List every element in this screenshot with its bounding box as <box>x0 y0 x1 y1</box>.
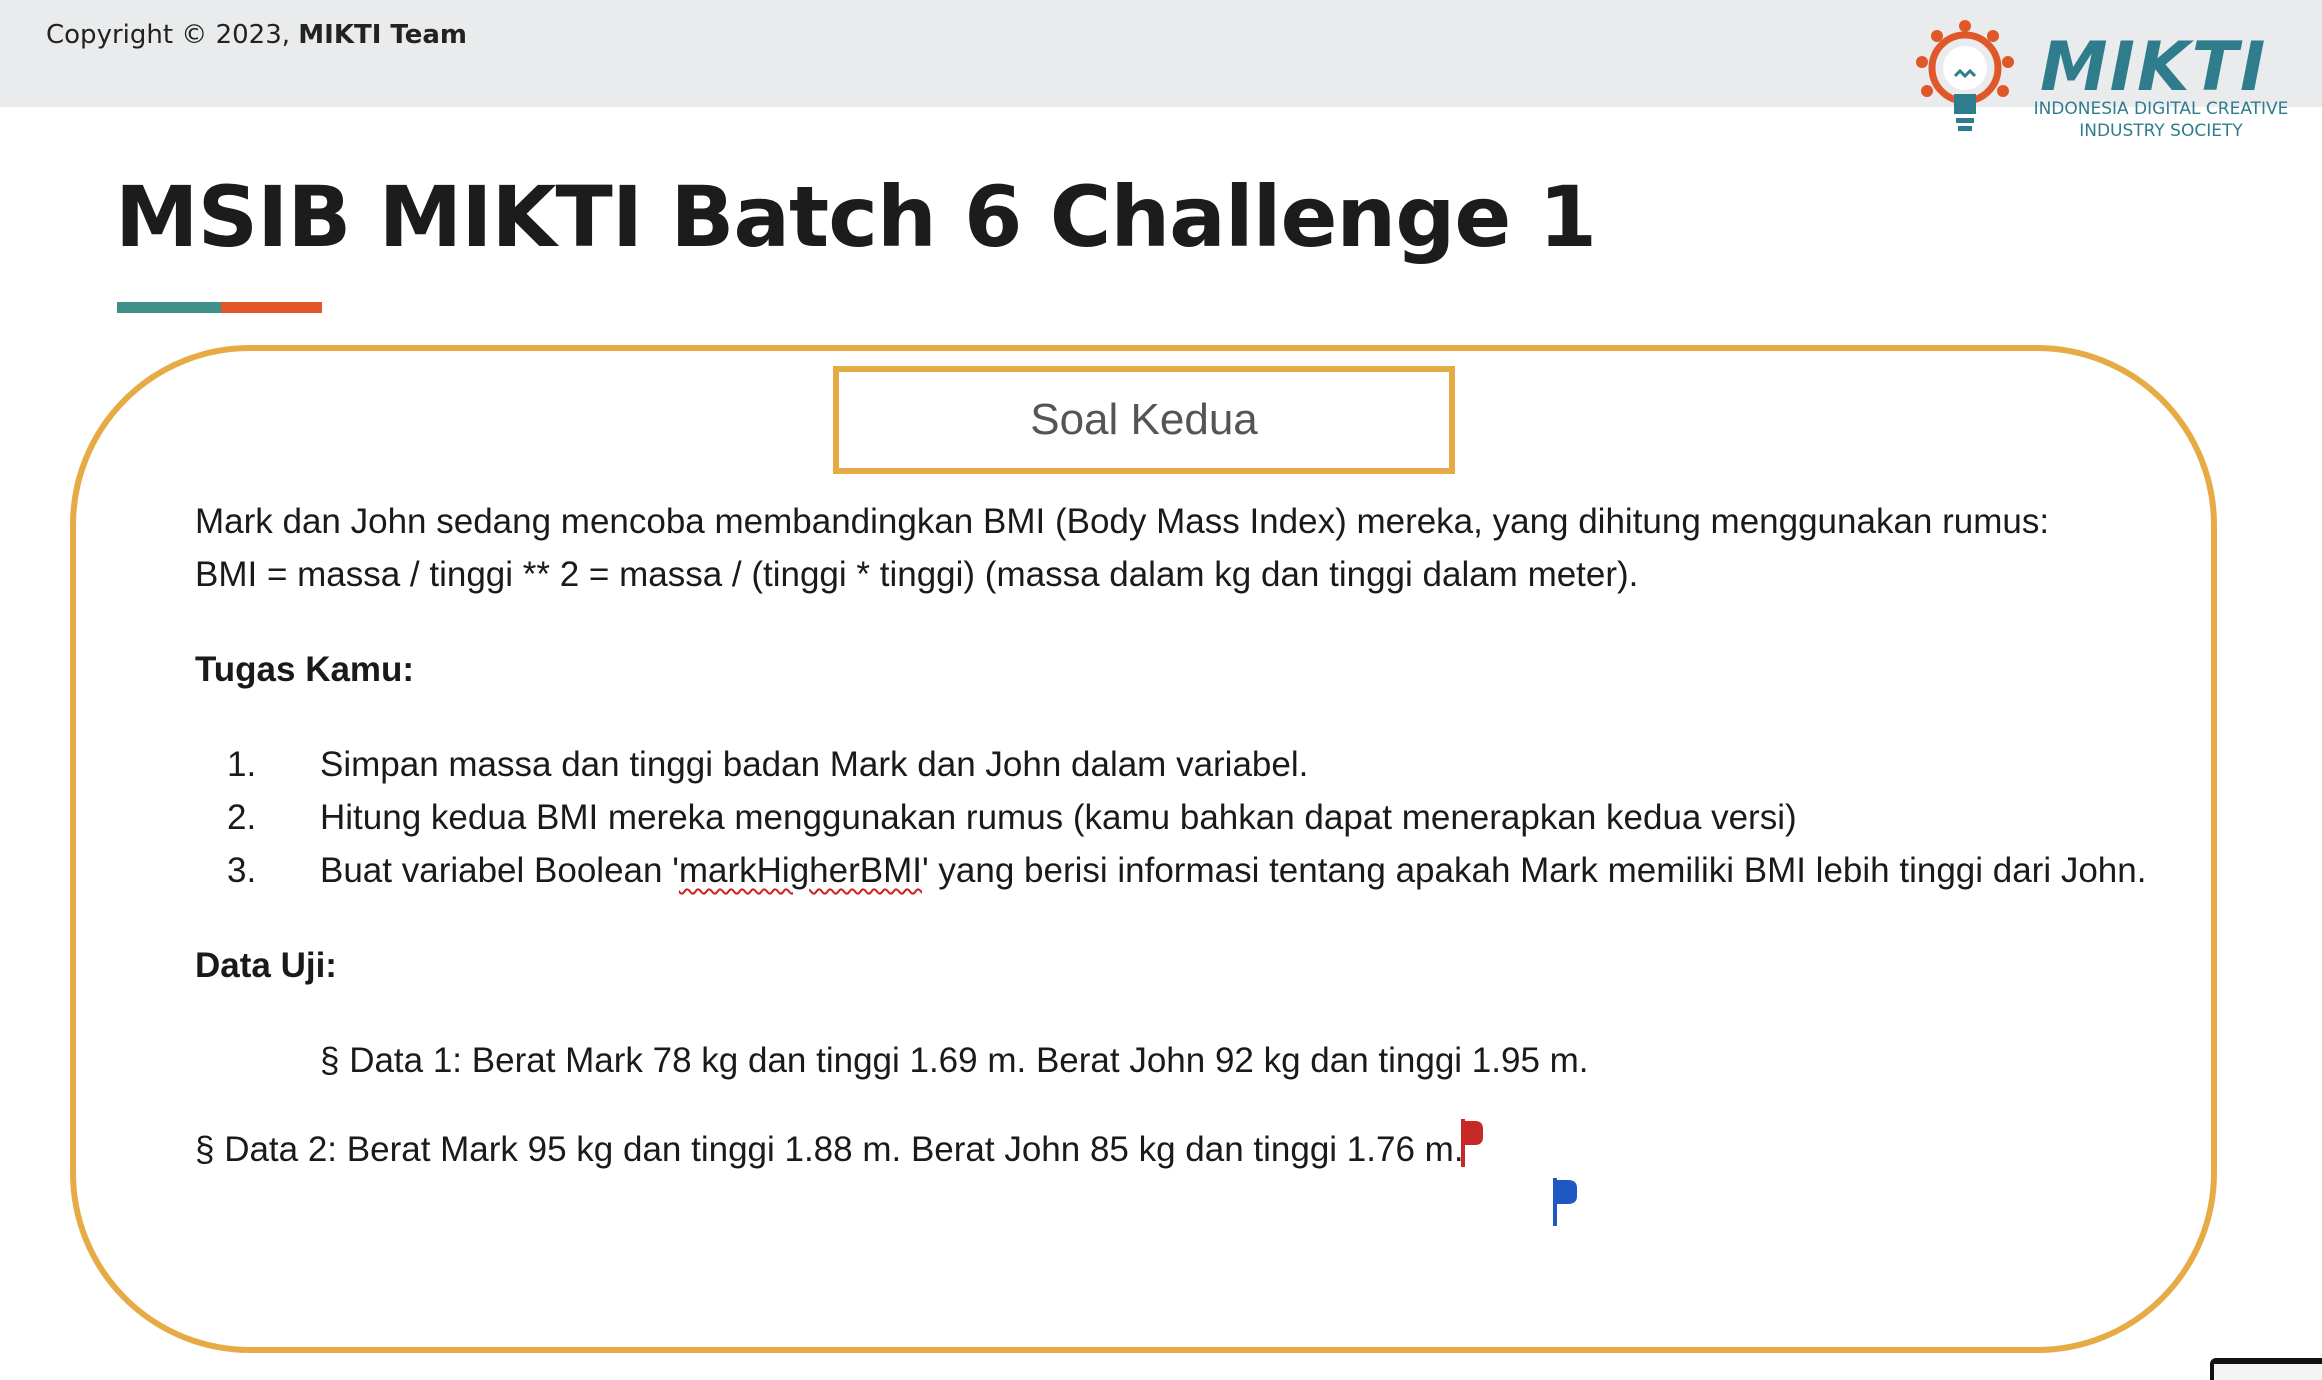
intro-line-2: BMI = massa / tinggi ** 2 = massa / (tin… <box>195 555 1639 594</box>
logo-subtitle: INDONESIA DIGITAL CREATIVE INDUSTRY SOCI… <box>2026 98 2296 142</box>
task-text-after: ' yang berisi informasi tentang apakah M… <box>921 851 2147 890</box>
slide-thumbnail-inner <box>2214 1364 2322 1380</box>
task-text: Buat variabel Boolean 'markHigherBMI' ya… <box>320 844 2185 897</box>
task-item: 3. Buat variabel Boolean 'markHigherBMI'… <box>195 844 2185 897</box>
task-text: Hitung kedua BMI mereka menggunakan rumu… <box>320 798 1797 837</box>
test-data-heading: Data Uji: <box>195 946 337 985</box>
logo-subtitle-line1: INDONESIA DIGITAL CREATIVE <box>2033 99 2289 119</box>
task-number: 2. <box>227 798 257 837</box>
logo-subtitle-line2: INDUSTRY SOCIETY <box>2079 121 2243 141</box>
task-number: 1. <box>227 745 257 784</box>
slide-title: MSIB MIKTI Batch 6 Challenge 1 <box>115 168 1597 266</box>
task-list: 1. Simpan massa dan tinggi badan Mark da… <box>195 738 2185 897</box>
title-accent-teal <box>117 302 221 313</box>
problem-content: Mark dan John sedang mencoba membandingk… <box>195 495 2185 1176</box>
copyright-text: Copyright © 2023, MIKTI Team <box>46 20 467 50</box>
section-label-box: Soal Kedua <box>833 366 1455 474</box>
slide-thumbnail-preview[interactable] <box>2210 1358 2322 1380</box>
task-item: 2. Hitung kedua BMI mereka menggunakan r… <box>195 791 2185 844</box>
test-data-1: § Data 1: Berat Mark 78 kg dan tinggi 1.… <box>320 1041 1589 1080</box>
logo-wordmark: MIKTI <box>2040 28 2268 107</box>
task-text: Simpan massa dan tinggi badan Mark dan J… <box>320 745 1309 784</box>
title-accent-orange <box>221 302 322 313</box>
task-text-before: Buat variabel Boolean ' <box>320 851 679 890</box>
task-item: 1. Simpan massa dan tinggi badan Mark da… <box>195 738 2185 791</box>
test-data-2: § Data 2: Berat Mark 95 kg dan tinggi 1.… <box>195 1119 2185 1176</box>
section-label: Soal Kedua <box>1030 395 1258 444</box>
blue-flag-icon[interactable] <box>1553 1178 1577 1226</box>
mikti-logo: MIKTI INDONESIA DIGITAL CREATIVE INDUSTR… <box>1910 18 2290 148</box>
task-number: 3. <box>227 851 257 890</box>
test-data-2-text: § Data 2: Berat Mark 95 kg dan tinggi 1.… <box>195 1130 1396 1169</box>
copyright-prefix: Copyright © 2023, <box>46 20 291 50</box>
test-data-2-obscured-digit: 6 <box>1395 1130 1415 1169</box>
copyright-team: MIKTI Team <box>298 20 467 50</box>
red-flag-icon[interactable] <box>1461 1119 1483 1167</box>
lightbulb-gear-icon <box>1916 20 2014 131</box>
test-data-2-unit: m. <box>1414 1130 1464 1169</box>
spellcheck-variable-name: markHigherBMI <box>678 851 922 890</box>
tasks-heading: Tugas Kamu: <box>195 650 415 689</box>
intro-line-1: Mark dan John sedang mencoba membandingk… <box>195 502 2050 541</box>
